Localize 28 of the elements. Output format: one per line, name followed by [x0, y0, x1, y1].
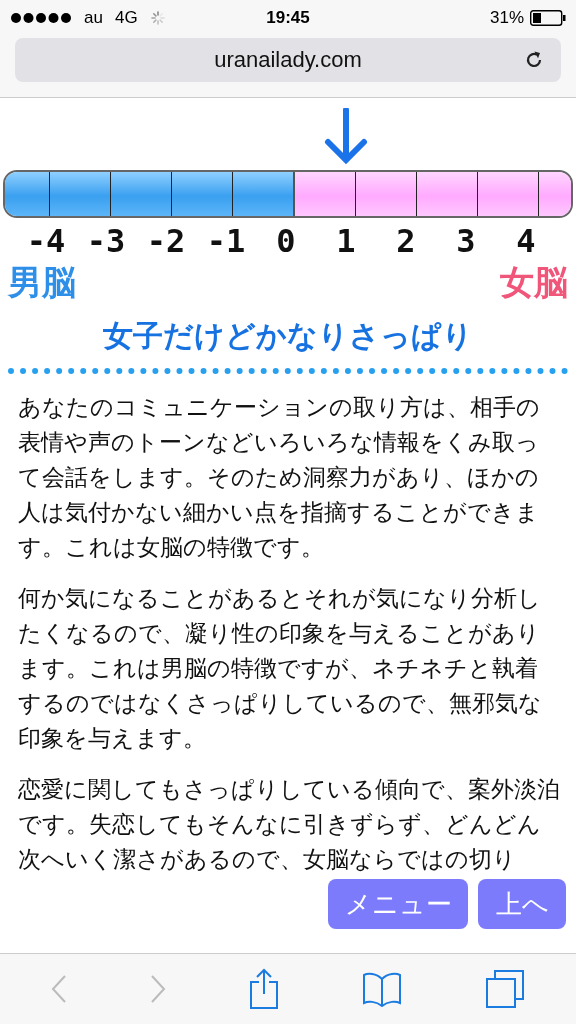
tabs-icon[interactable] [484, 969, 525, 1009]
scale-label: -3 [86, 222, 126, 260]
scale-label: 2 [396, 222, 416, 260]
description-paragraph: 何か気になることがあるとそれが気になり分析したくなるので、凝り性の印象を与えることがあります。これは男脳の特徴ですが、ネチネチと執着するのではなくさっぱりしているので、無邪気な印象を与えます。 [17, 584, 543, 753]
scale-label: 4 [516, 222, 536, 260]
carrier-name: au [84, 8, 103, 28]
scale-label: -1 [206, 222, 246, 260]
clock-time: 19:45 [266, 8, 310, 28]
scale-label: 1 [336, 222, 356, 260]
scale-label: 0 [276, 222, 296, 260]
share-icon[interactable] [249, 968, 279, 1010]
scale-label: -4 [26, 222, 66, 260]
female-brain-label: 女脳 [500, 262, 568, 302]
menu-button[interactable]: メニュー [328, 879, 468, 929]
network-type: 4G [114, 8, 138, 28]
description-paragraph: あなたのコミュニケーションの取り方は、相手の表情や声のトーンなどいろいろな情報をくみ取って会話をします。そのため洞察力があり、ほかの人は気付かない細かい点を指摘することができます。これは女脳の特徴です。 [17, 393, 541, 562]
scale-label: 3 [456, 222, 476, 260]
scale-label: -2 [146, 222, 186, 260]
address-bar[interactable]: uranailady.com [15, 38, 561, 82]
scroll-top-button[interactable]: 上へ [478, 879, 566, 929]
activity-spinner-icon [149, 10, 166, 26]
male-brain-label: 男脳 [8, 262, 76, 302]
battery-percent: 31% [489, 8, 524, 28]
bookmarks-icon[interactable] [361, 971, 402, 1007]
description-paragraph: 恋愛に関してもさっぱりしている傾向で、案外淡泊です。失恋してもそんなに引きずらず、どんどん次へいく潔さがあるので、女脳ならではの切り [17, 775, 561, 874]
battery-icon [530, 10, 566, 26]
signal-icon [10, 12, 72, 24]
result-heading: 女子だけどかなりさっぱり [102, 317, 474, 355]
